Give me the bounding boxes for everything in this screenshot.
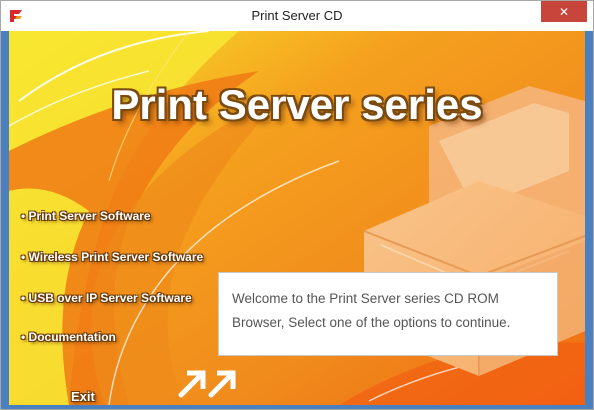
title-bar: Print Server CD ✕	[1, 1, 593, 31]
app-window: Print Server CD ✕ Print Server series • …	[0, 0, 594, 410]
product-banner: Print Server series	[111, 81, 483, 128]
welcome-line-1: Welcome to the Print Server series CD RO…	[232, 291, 499, 306]
menu-documentation[interactable]: • Documentation	[21, 330, 116, 344]
welcome-message-box: Welcome to the Print Server series CD RO…	[218, 272, 558, 356]
close-icon: ✕	[558, 4, 570, 19]
close-button[interactable]: ✕	[541, 1, 587, 22]
exit-button[interactable]: Exit	[71, 389, 95, 404]
double-arrow-icon	[178, 370, 236, 398]
menu-wireless-print-server-software[interactable]: • Wireless Print Server Software	[21, 250, 203, 264]
window-title: Print Server CD	[251, 8, 343, 23]
menu-print-server-software[interactable]: • Print Server Software	[21, 209, 151, 223]
menu-usb-over-ip-server-software[interactable]: • USB over IP Server Software	[21, 291, 192, 305]
welcome-line-2: Browser, Select one of the options to co…	[232, 315, 511, 330]
browser-panel: Print Server series • Print Server Softw…	[9, 31, 585, 405]
